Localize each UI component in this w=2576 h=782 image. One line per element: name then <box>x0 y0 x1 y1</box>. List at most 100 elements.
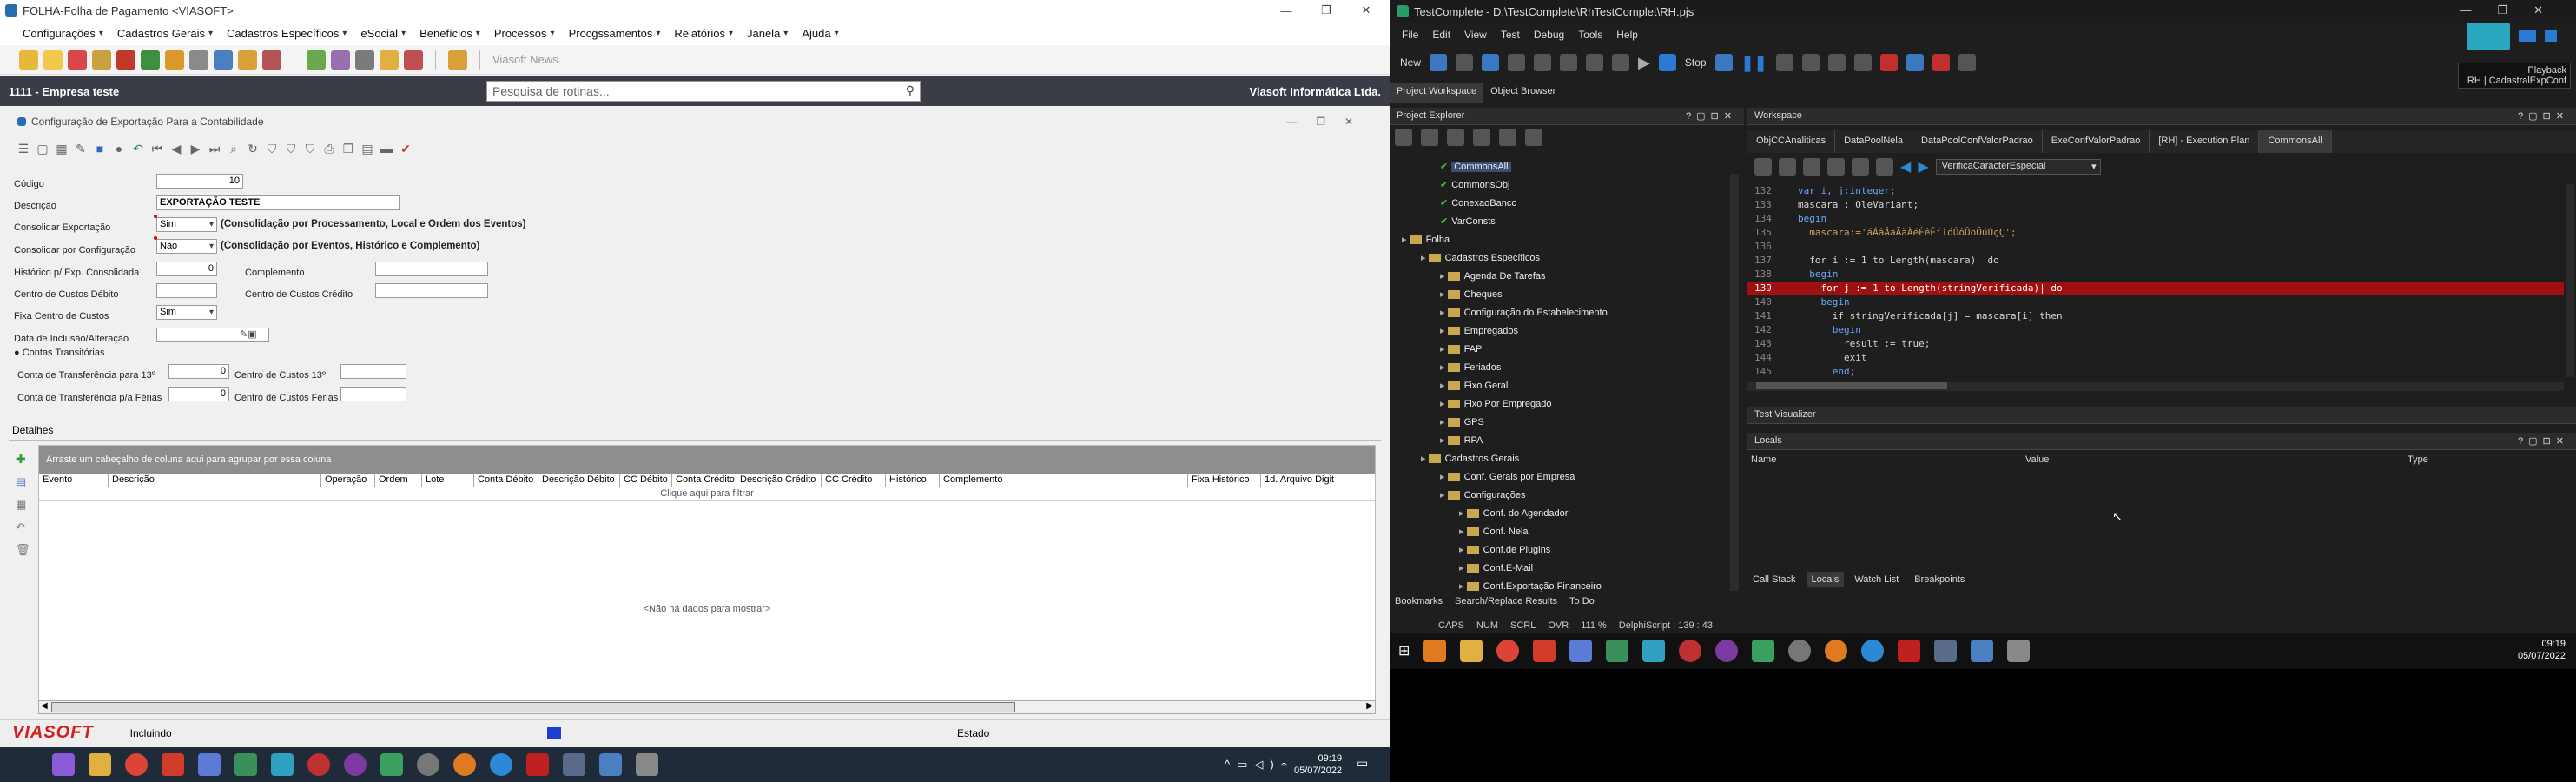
editor-tab-active[interactable]: CommonsAll <box>2259 130 2332 153</box>
tree-node[interactable]: ▸ RPA <box>1440 432 1483 449</box>
playback-stop-icon[interactable] <box>2519 30 2536 42</box>
code-line[interactable]: 141 if stringVerificada[j] = mascara[i] … <box>1747 309 2564 323</box>
close-icon[interactable]: ✕ <box>1346 3 1386 17</box>
col-cc-debito[interactable]: CC Débito <box>620 474 672 487</box>
expand-arrow-icon[interactable]: ▸ <box>1459 545 1467 555</box>
historico-field[interactable]: 0 <box>156 262 217 276</box>
editor-tool-icon[interactable] <box>1754 158 1772 176</box>
back-icon[interactable]: ◀ <box>1900 158 1911 176</box>
tc-menu-tools[interactable]: Tools <box>1578 29 1602 41</box>
tree-node[interactable]: ▸ Cadastros Gerais <box>1421 450 1519 467</box>
tab-locals[interactable]: Locals <box>1806 572 1845 587</box>
col-id-arquivo[interactable]: 1d. Arquivo Digita <box>1261 474 1334 487</box>
refresh-icon[interactable]: ↻ <box>245 141 261 156</box>
code-line[interactable]: 145 end; <box>1747 365 2564 377</box>
explorer-tool-icon[interactable] <box>1421 129 1438 146</box>
expand-arrow-icon[interactable]: ▸ <box>1440 326 1448 336</box>
tc-tool-icon[interactable] <box>1612 54 1630 71</box>
code-line[interactable]: 139 for j := 1 to Length(stringVerificad… <box>1747 282 2564 295</box>
code-editor[interactable]: 132 var i, j:integer; 133 mascara : OleVari… <box>1747 184 2564 377</box>
expand-arrow-icon[interactable]: ▸ <box>1459 527 1467 537</box>
new-record-icon[interactable]: ▢ <box>35 141 50 156</box>
toolbar-icon-11[interactable] <box>262 50 281 70</box>
scroll-left-icon[interactable]: ◀ <box>41 701 48 711</box>
tc-tool-icon[interactable] <box>1534 54 1552 71</box>
filter-row[interactable]: Clique aqui para filtrar <box>39 487 1375 501</box>
editor-tab[interactable]: [RH] - Execution Plan <box>2150 130 2260 153</box>
taskbar-app-icon[interactable] <box>234 753 257 776</box>
explorer-tool-icon[interactable] <box>1499 129 1516 146</box>
viasoft-news-label[interactable]: Viasoft News <box>492 53 558 66</box>
notepad-icon[interactable] <box>1752 640 1775 662</box>
expand-arrow-icon[interactable]: ▸ <box>1440 435 1448 446</box>
undo-icon[interactable]: ↶ <box>130 141 146 156</box>
menu-icon[interactable]: ☰ <box>16 141 31 156</box>
complemento-field[interactable] <box>375 262 488 276</box>
toolbar-icon-15[interactable] <box>380 50 399 70</box>
toolbar-icon-12[interactable] <box>307 50 326 70</box>
filter-clear-icon[interactable]: ⛉ <box>302 141 318 156</box>
col-descricao-credito[interactable]: Descrição Crédito <box>736 474 822 487</box>
taskbar-app-icon[interactable] <box>1569 640 1593 662</box>
ctferias-field[interactable]: 0 <box>168 387 229 401</box>
explorer-tool-icon[interactable] <box>1447 129 1464 146</box>
col-conta-debito[interactable]: Conta Débito <box>474 474 538 487</box>
edit-icon[interactable]: ✎ <box>73 141 89 156</box>
col-operacao[interactable]: Operação <box>321 474 375 487</box>
grid-icon[interactable]: ▦ <box>54 141 69 156</box>
tray-icons[interactable]: ^▭◁)𝄐 <box>1225 758 1294 772</box>
taskbar-clock[interactable]: 09:19 05/07/2022 <box>1294 752 1342 777</box>
trash-icon[interactable]: 🗑 <box>16 543 33 557</box>
maximize-icon[interactable]: ❐ <box>1306 3 1346 17</box>
playback-pause-icon[interactable] <box>2545 30 2557 42</box>
tc-taskbar-clock[interactable]: 09:19 05/07/2022 <box>2518 638 2566 662</box>
consolidar-configuracao-select[interactable]: Não <box>154 236 217 254</box>
taskbar-app-icon[interactable] <box>1934 640 1958 662</box>
menu-cadastros-especificos[interactable]: Cadastros Específicos <box>220 27 353 40</box>
next-record-icon[interactable]: ▶ <box>188 141 203 156</box>
taskbar-app-icon[interactable] <box>526 753 549 776</box>
toolbar-icon-16[interactable] <box>404 50 423 70</box>
cc13-field[interactable] <box>340 364 406 379</box>
code-line[interactable]: 135 mascara:='áÁâÂãÃàÀéÉêÊíÍóÓôÔõÕúÚçÇ'; <box>1747 226 2564 240</box>
tc-tool-icon[interactable] <box>1775 54 1793 71</box>
editor-tool-icon[interactable] <box>1779 158 1796 176</box>
last-record-icon[interactable]: ⏭ <box>207 141 222 156</box>
descricao-field[interactable]: EXPORTAÇÃO TESTE <box>156 196 400 210</box>
filter-edit-icon[interactable]: ⛉ <box>283 141 299 156</box>
tree-node[interactable]: ✔ VarConsts <box>1440 213 1496 230</box>
vivaldi-icon[interactable] <box>162 753 184 776</box>
taskbar-app-icon[interactable] <box>307 753 330 776</box>
tab-search-replace[interactable]: Search/Replace Results <box>1455 596 1557 606</box>
tc-tool-icon[interactable] <box>1853 54 1872 71</box>
menu-beneficios[interactable]: Benefícios <box>413 27 487 40</box>
toolbar-icon-14[interactable] <box>355 50 374 70</box>
tree-node[interactable]: ✔ CommonsAll <box>1440 158 1511 176</box>
tc-tool-icon[interactable] <box>1958 54 1976 71</box>
code-line[interactable]: 143 result := true; <box>1747 337 2564 351</box>
expand-arrow-icon[interactable]: ▸ <box>1459 581 1467 592</box>
expand-arrow-icon[interactable]: ▸ <box>1440 308 1448 318</box>
editor-tab[interactable]: DataPoolConfValorPadrao <box>1912 130 2043 153</box>
tree-node[interactable]: ▸ Conf.E-Mail <box>1459 560 1533 577</box>
tab-detalhes[interactable]: Detalhes <box>12 424 53 441</box>
chrome-icon[interactable] <box>1496 640 1520 662</box>
tree-node[interactable]: ▸ GPS <box>1440 414 1484 431</box>
panel-controls[interactable]: ?▢⊡✕ <box>1686 110 1737 122</box>
edge-icon[interactable] <box>1861 640 1885 662</box>
tab-bookmarks[interactable]: Bookmarks <box>1395 596 1443 606</box>
col-complemento[interactable]: Complemento <box>940 474 1188 487</box>
taskbar-app-icon[interactable] <box>1715 640 1739 662</box>
tc-menu-view[interactable]: View <box>1464 29 1487 41</box>
tree-node[interactable]: ▸ Fixo Por Empregado <box>1440 395 1551 413</box>
tab-breakpoints[interactable]: Breakpoints <box>1909 572 1970 587</box>
minimize-icon[interactable]: — <box>1266 4 1306 17</box>
tree-node[interactable]: ▸ Configurações <box>1440 487 1526 504</box>
routine-select[interactable]: VerificaCaracterEspecial ▾ <box>1935 159 2101 175</box>
toolbar-icon-10[interactable] <box>238 50 257 70</box>
toolbar-icon-1[interactable] <box>19 50 38 70</box>
toolbar-icon-13[interactable] <box>331 50 350 70</box>
expand-arrow-icon[interactable]: ▸ <box>1440 344 1448 355</box>
tc-tool-icon[interactable] <box>1508 54 1526 71</box>
chrome-icon[interactable] <box>125 753 148 776</box>
